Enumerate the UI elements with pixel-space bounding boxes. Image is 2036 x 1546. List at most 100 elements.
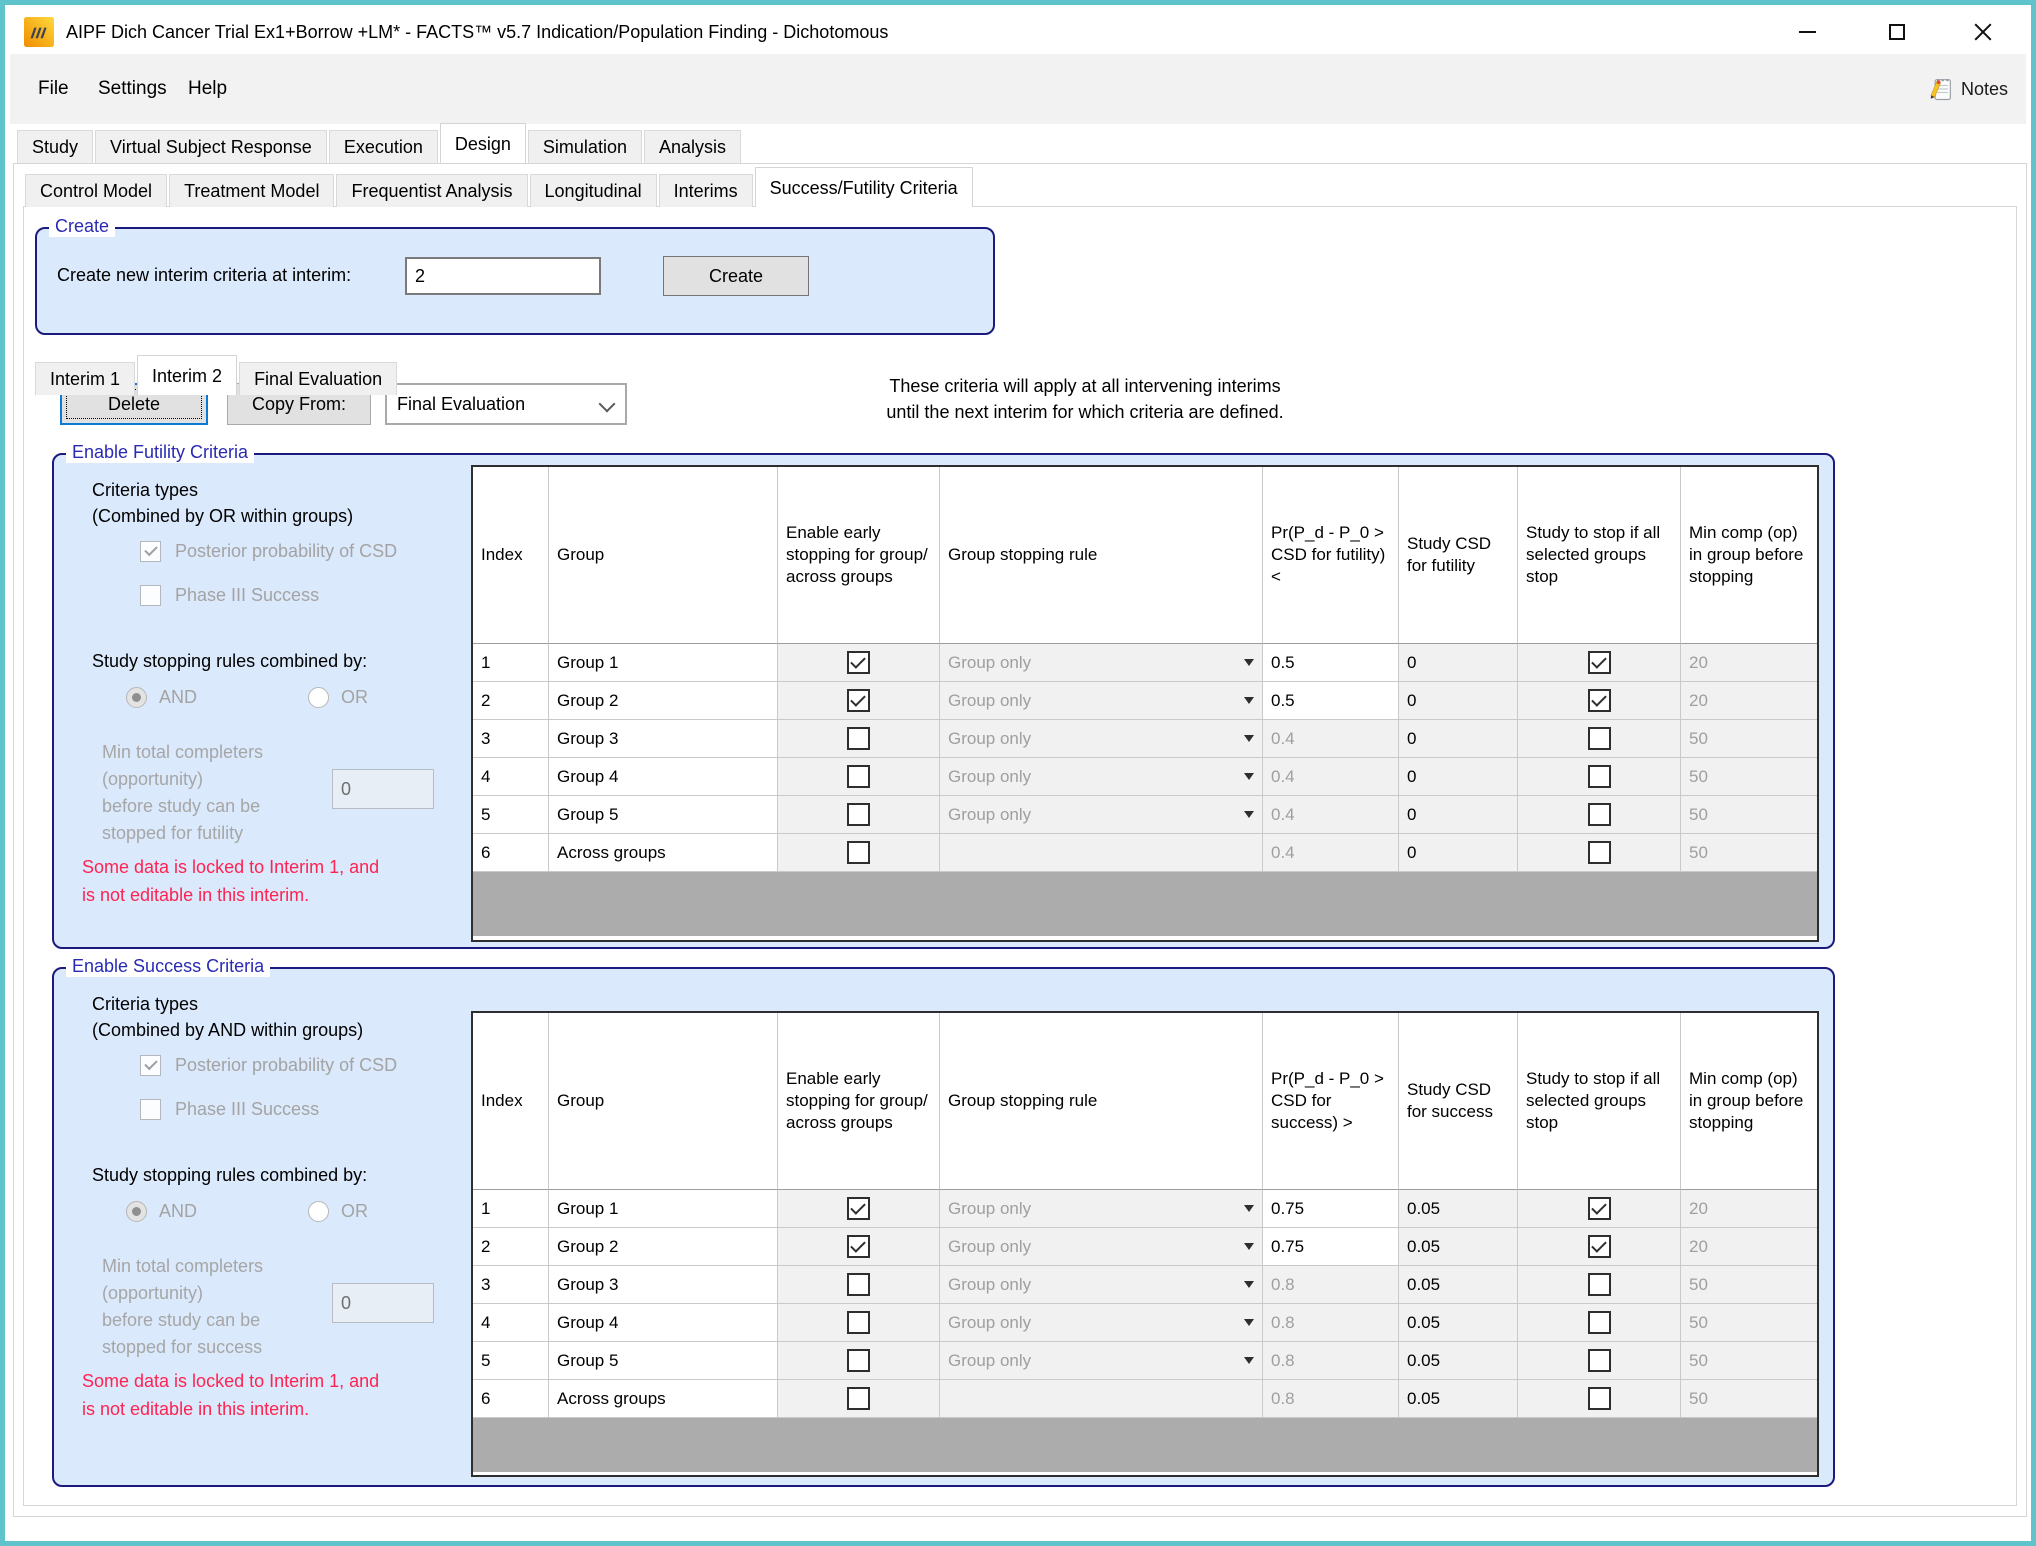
tab-treatment-model[interactable]: Treatment Model	[169, 174, 334, 207]
enable-early-stopping-checkbox[interactable]	[847, 727, 870, 750]
posterior-probability-checkbox[interactable]	[140, 541, 161, 562]
tab-interim-2[interactable]: Interim 2	[137, 355, 237, 395]
cell-study-csd[interactable]: 0	[1399, 758, 1518, 796]
menu-file[interactable]: File	[28, 54, 79, 124]
cell-study-csd[interactable]: 0	[1399, 682, 1518, 720]
enable-early-stopping-checkbox[interactable]	[847, 1349, 870, 1372]
cell-pr-csd[interactable]: 0.8	[1263, 1266, 1399, 1304]
study-stop-checkbox[interactable]	[1588, 689, 1611, 712]
group-stopping-rule-dropdown[interactable]: Group only	[948, 1351, 1254, 1371]
create-groupbox: Create Create new interim criteria at in…	[35, 227, 995, 335]
cell-study-csd[interactable]: 0	[1399, 796, 1518, 834]
enable-early-stopping-checkbox[interactable]	[847, 1387, 870, 1410]
study-stop-checkbox[interactable]	[1588, 765, 1611, 788]
group-stopping-rule-dropdown[interactable]: Group only	[948, 767, 1254, 787]
cell-pr-csd[interactable]: 0.75	[1263, 1228, 1399, 1266]
or-radio[interactable]	[308, 1201, 329, 1222]
study-stop-checkbox[interactable]	[1588, 1387, 1611, 1410]
cell-study-csd[interactable]: 0.05	[1399, 1304, 1518, 1342]
tab-final-evaluation[interactable]: Final Evaluation	[239, 362, 397, 395]
tab-study[interactable]: Study	[17, 130, 93, 163]
study-stop-checkbox[interactable]	[1588, 1349, 1611, 1372]
study-stop-checkbox[interactable]	[1588, 841, 1611, 864]
tab-simulation[interactable]: Simulation	[528, 130, 642, 163]
tab-analysis[interactable]: Analysis	[644, 130, 741, 163]
and-radio[interactable]	[126, 1201, 147, 1222]
tab-interim-1[interactable]: Interim 1	[35, 362, 135, 395]
study-stop-checkbox[interactable]	[1588, 1235, 1611, 1258]
group-stopping-rule-dropdown[interactable]: Group only	[948, 1237, 1254, 1257]
group-stopping-rule-value: Group only	[948, 805, 1031, 825]
or-radio[interactable]	[308, 687, 329, 708]
cell-study-csd[interactable]: 0.05	[1399, 1190, 1518, 1228]
enable-early-stopping-checkbox[interactable]	[847, 1235, 870, 1258]
tab-control-model[interactable]: Control Model	[25, 174, 167, 207]
enable-early-stopping-checkbox[interactable]	[847, 1273, 870, 1296]
enable-early-stopping-checkbox[interactable]	[847, 803, 870, 826]
group-stopping-rule-dropdown[interactable]: Group only	[948, 1313, 1254, 1333]
group-stopping-rule-dropdown[interactable]: Group only	[948, 691, 1254, 711]
enable-early-stopping-checkbox[interactable]	[847, 765, 870, 788]
study-stop-checkbox[interactable]	[1588, 803, 1611, 826]
cell-study-csd[interactable]: 0.05	[1399, 1228, 1518, 1266]
futility-min-completers-input[interactable]: 0	[332, 769, 434, 809]
tab-success-futility-criteria[interactable]: Success/Futility Criteria	[755, 167, 973, 207]
cell-pr-csd[interactable]: 0.8	[1263, 1380, 1399, 1418]
copy-source-dropdown[interactable]: Final Evaluation	[385, 383, 627, 425]
menu-settings[interactable]: Settings	[88, 54, 177, 124]
tab-virtual-subject-response[interactable]: Virtual Subject Response	[95, 130, 327, 163]
cell-study-csd[interactable]: 0.05	[1399, 1266, 1518, 1304]
create-interim-input[interactable]: 2	[405, 257, 601, 295]
cell-study-csd[interactable]: 0	[1399, 834, 1518, 872]
create-button[interactable]: Create	[663, 256, 809, 296]
cell-study-csd[interactable]: 0.05	[1399, 1342, 1518, 1380]
group-stopping-rule-dropdown[interactable]: Group only	[948, 1199, 1254, 1219]
tab-longitudinal[interactable]: Longitudinal	[530, 174, 657, 207]
success-min-completers-input[interactable]: 0	[332, 1283, 434, 1323]
phase-iii-success-checkbox[interactable]	[140, 585, 161, 606]
enable-early-stopping-checkbox[interactable]	[847, 689, 870, 712]
cell-pr-csd[interactable]: 0.4	[1263, 720, 1399, 758]
cell-min-comp: 20	[1681, 644, 1817, 682]
group-stopping-rule-dropdown[interactable]: Group only	[948, 653, 1254, 673]
notes-button[interactable]: Notes	[1927, 54, 2008, 124]
cell-index: 5	[473, 796, 549, 834]
cell-group: Across groups	[549, 834, 778, 872]
cell-pr-csd[interactable]: 0.4	[1263, 796, 1399, 834]
tab-interims[interactable]: Interims	[659, 174, 753, 207]
cell-pr-csd[interactable]: 0.8	[1263, 1304, 1399, 1342]
cell-pr-csd[interactable]: 0.4	[1263, 758, 1399, 796]
enable-early-stopping-checkbox[interactable]	[847, 651, 870, 674]
cell-pr-csd[interactable]: 0.4	[1263, 834, 1399, 872]
cell-pr-csd[interactable]: 0.5	[1263, 644, 1399, 682]
enable-early-stopping-checkbox[interactable]	[847, 1311, 870, 1334]
tab-frequentist-analysis[interactable]: Frequentist Analysis	[336, 174, 527, 207]
tab-execution[interactable]: Execution	[329, 130, 438, 163]
enable-early-stopping-checkbox[interactable]	[847, 1197, 870, 1220]
group-stopping-rule-dropdown[interactable]: Group only	[948, 1275, 1254, 1295]
study-stop-checkbox[interactable]	[1588, 1197, 1611, 1220]
close-button[interactable]	[1954, 10, 2012, 54]
cell-min-comp: 50	[1681, 1380, 1817, 1418]
study-stop-checkbox[interactable]	[1588, 1311, 1611, 1334]
phase-iii-success-checkbox[interactable]	[140, 1099, 161, 1120]
group-stopping-rule-dropdown[interactable]: Group only	[948, 729, 1254, 749]
and-radio[interactable]	[126, 687, 147, 708]
menu-help[interactable]: Help	[178, 54, 237, 124]
tab-design[interactable]: Design	[440, 123, 526, 163]
cell-study-csd[interactable]: 0	[1399, 720, 1518, 758]
enable-early-stopping-checkbox[interactable]	[847, 841, 870, 864]
study-stop-checkbox[interactable]	[1588, 727, 1611, 750]
cell-pr-csd[interactable]: 0.5	[1263, 682, 1399, 720]
group-stopping-rule-dropdown[interactable]: Group only	[948, 805, 1254, 825]
minimize-button[interactable]	[1778, 10, 1836, 54]
futility-locked-note: Some data is locked to Interim 1, and is…	[82, 853, 379, 909]
cell-pr-csd[interactable]: 0.75	[1263, 1190, 1399, 1228]
study-stop-checkbox[interactable]	[1588, 651, 1611, 674]
maximize-button[interactable]	[1868, 10, 1926, 54]
posterior-probability-checkbox[interactable]	[140, 1055, 161, 1076]
cell-pr-csd[interactable]: 0.8	[1263, 1342, 1399, 1380]
study-stop-checkbox[interactable]	[1588, 1273, 1611, 1296]
cell-study-csd[interactable]: 0	[1399, 644, 1518, 682]
cell-study-csd[interactable]: 0.05	[1399, 1380, 1518, 1418]
